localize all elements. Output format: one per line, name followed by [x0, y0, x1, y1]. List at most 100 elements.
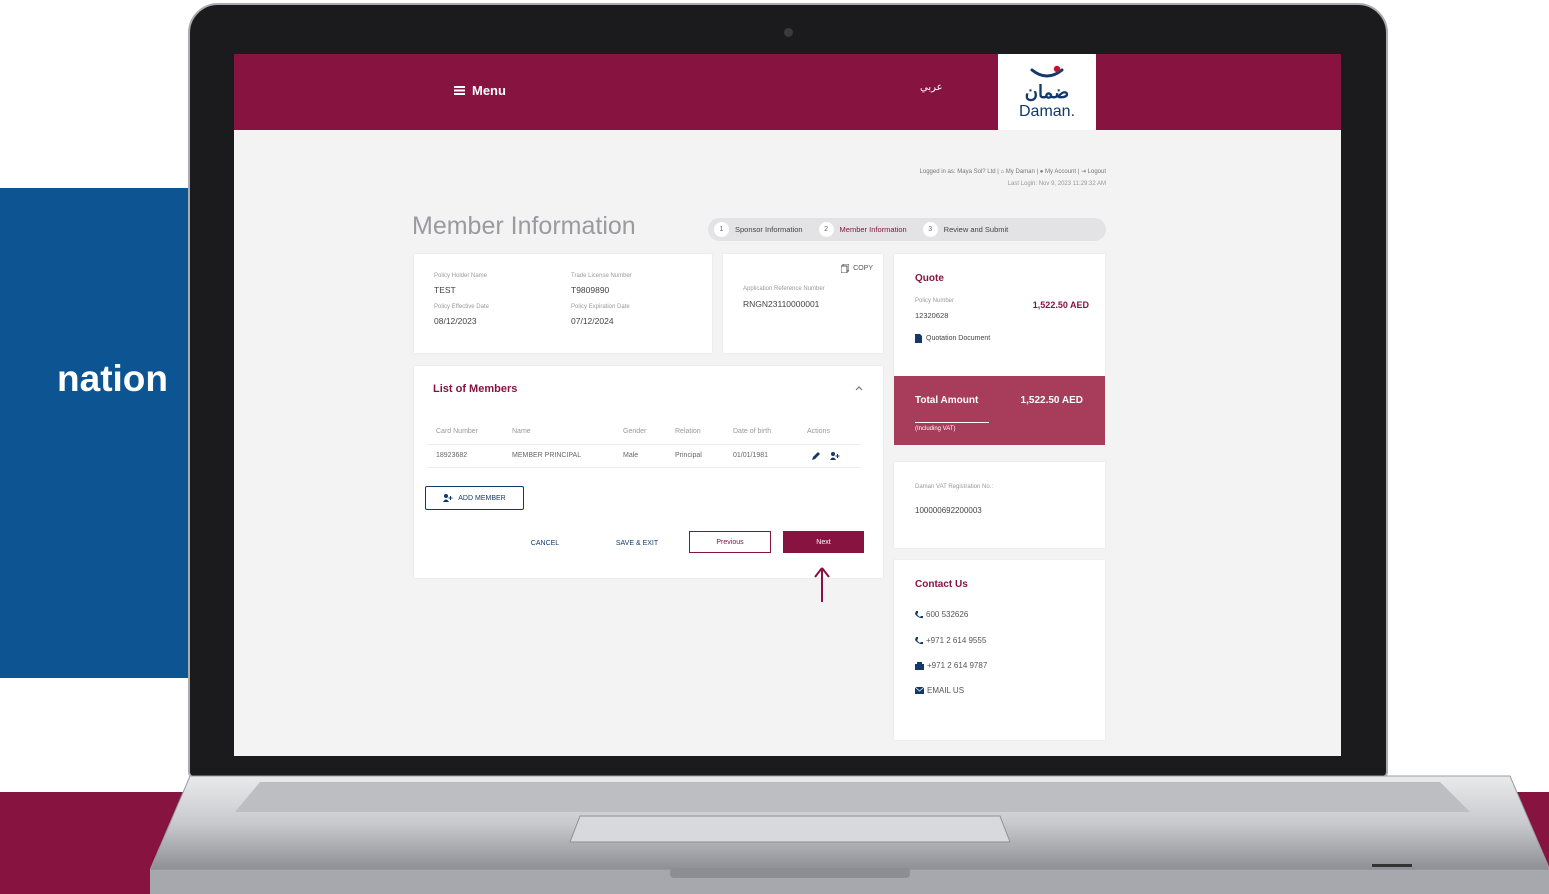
- row-divider: [426, 467, 862, 468]
- phone-1[interactable]: 600 532626: [915, 610, 968, 619]
- save-exit-button[interactable]: SAVE & EXIT: [602, 532, 672, 554]
- application-card: COPY Application Reference Number RNGN23…: [723, 254, 883, 353]
- quote-title: Quote: [915, 273, 944, 284]
- user-bar: Logged in as: Maya Sol? Ltd | ⌂ My Daman…: [919, 169, 1106, 175]
- chevron-up-icon[interactable]: [855, 386, 863, 391]
- step-3-label[interactable]: Review and Submit: [944, 225, 1009, 234]
- logged-in-as: Logged in as: Maya Sol? Ltd: [919, 169, 996, 175]
- trade-license-label: Trade License Number: [571, 273, 632, 279]
- hamburger-icon: [454, 86, 465, 95]
- step-2-number: 2: [818, 222, 834, 237]
- fax-icon: [915, 661, 924, 670]
- cell-dob: 01/01/1981: [733, 452, 769, 459]
- col-relation: Relation: [675, 428, 701, 435]
- laptop-base: [150, 775, 1549, 894]
- previous-button[interactable]: Previous: [689, 531, 771, 553]
- email-link[interactable]: EMAIL US: [915, 686, 964, 695]
- email-text: EMAIL US: [927, 686, 965, 695]
- copy-button[interactable]: COPY: [841, 264, 873, 273]
- envelope-icon: [915, 687, 924, 694]
- menu-label: Menu: [472, 83, 506, 98]
- top-bar: Menu عربي ضمان Daman.: [234, 54, 1341, 130]
- vat-label: Daman VAT Registration No.:: [915, 484, 994, 490]
- holder-name-value: TEST: [434, 285, 456, 295]
- effective-date-value: 08/12/2023: [434, 316, 477, 326]
- last-login: Last Login: Nov 9, 2023 11:29:32 AM: [1007, 181, 1106, 187]
- app-ref-value: RNGN23110000001: [743, 299, 820, 309]
- expiration-date-label: Policy Expiration Date: [571, 304, 630, 310]
- camera-icon: [784, 28, 793, 37]
- menu-button[interactable]: Menu: [454, 83, 506, 98]
- members-card: List of Members Card Number Name Gender …: [414, 366, 883, 578]
- app-ref-label: Application Reference Number: [743, 286, 825, 292]
- vat-number: 100000692200003: [915, 506, 982, 515]
- language-toggle[interactable]: عربي: [920, 82, 943, 93]
- contact-title: Contact Us: [915, 579, 968, 590]
- total-amount: 1,522.50 AED: [1020, 395, 1083, 406]
- col-gender: Gender: [623, 428, 647, 435]
- copy-icon: [841, 264, 850, 273]
- logout-link[interactable]: Logout: [1088, 169, 1106, 175]
- next-button[interactable]: Next: [783, 531, 864, 553]
- trade-license-value: T9809890: [571, 285, 610, 295]
- cancel-button[interactable]: CANCEL: [514, 532, 576, 554]
- members-title: List of Members: [433, 383, 518, 395]
- policy-number-value: 12320628: [915, 311, 949, 320]
- cell-gender: Male: [623, 452, 639, 459]
- step-1-number: 1: [714, 222, 729, 237]
- quote-card: Quote Policy Number 12320628 1,522.50 AE…: [894, 254, 1105, 376]
- side-banner: nation: [0, 188, 190, 678]
- user-icon: ●: [1039, 169, 1044, 175]
- step-1-label[interactable]: Sponsor Information: [735, 225, 803, 234]
- vat-card: Daman VAT Registration No.: 100000692200…: [894, 462, 1105, 548]
- vat-note: (Including VAT): [915, 422, 989, 432]
- progress-stepper: 1 Sponsor Information 2 Member Informati…: [708, 218, 1106, 241]
- logo-arabic-text: ضمان: [1024, 82, 1070, 102]
- add-dependent-icon[interactable]: [830, 452, 840, 460]
- header-divider: [426, 444, 862, 445]
- fax[interactable]: +971 2 614 9787: [915, 661, 987, 670]
- phone-2-text: +971 2 614 9555: [926, 636, 987, 645]
- cell-relation: Principal: [675, 452, 702, 459]
- quotation-document-label: Quotation Document: [926, 335, 991, 342]
- step-3-number: 3: [922, 222, 938, 237]
- logo-english-text: Daman.: [1018, 103, 1076, 120]
- col-actions: Actions: [807, 428, 830, 435]
- my-daman-link[interactable]: My Daman: [1006, 169, 1035, 175]
- logout-icon: ⇥: [1080, 169, 1086, 175]
- contact-card: Contact Us 600 532626 +971 2 614 9555 +9…: [894, 560, 1105, 740]
- fax-text: +971 2 614 9787: [927, 661, 988, 670]
- policy-card: Policy Holder Name TEST Trade License Nu…: [414, 254, 712, 353]
- col-dob: Date of birth: [733, 428, 772, 435]
- holder-name-label: Policy Holder Name: [434, 273, 488, 279]
- total-label: Total Amount: [915, 395, 979, 406]
- cell-name: MEMBER PRINCIPAL: [512, 452, 582, 459]
- phone-1-text: 600 532626: [926, 610, 969, 619]
- arrow-up-icon: [814, 567, 830, 602]
- total-amount-box: Total Amount 1,522.50 AED (Including VAT…: [894, 376, 1105, 445]
- add-member-label: ADD MEMBER: [458, 494, 506, 502]
- copy-label: COPY: [853, 265, 873, 272]
- side-banner-label: nation: [57, 358, 168, 399]
- logo-swoosh-icon: [1030, 65, 1064, 78]
- col-card-number: Card Number: [436, 428, 479, 435]
- expiration-date-value: 07/12/2024: [571, 316, 614, 326]
- my-account-link[interactable]: My Account: [1045, 169, 1076, 175]
- quotation-document-link[interactable]: Quotation Document: [915, 334, 990, 343]
- phone-2[interactable]: +971 2 614 9555: [915, 636, 986, 645]
- add-user-icon: [443, 494, 453, 502]
- app-screen: Menu عربي ضمان Daman. Logged in as: Maya…: [234, 54, 1341, 756]
- edit-icon[interactable]: [812, 452, 820, 460]
- phone-icon: [915, 610, 923, 618]
- add-member-button[interactable]: ADD MEMBER: [425, 486, 524, 510]
- quote-amount: 1,522.50 AED: [1032, 300, 1089, 310]
- effective-date-label: Policy Effective Date: [434, 304, 489, 310]
- cell-card: 18923682: [436, 452, 468, 459]
- document-icon: [915, 334, 922, 343]
- phone-icon: [915, 636, 923, 644]
- policy-number-label: Policy Number: [915, 298, 955, 304]
- daman-logo[interactable]: ضمان Daman.: [998, 54, 1096, 130]
- page-title: Member Information: [412, 212, 636, 240]
- step-2-label[interactable]: Member Information: [840, 225, 907, 234]
- home-icon: ⌂: [1000, 169, 1005, 175]
